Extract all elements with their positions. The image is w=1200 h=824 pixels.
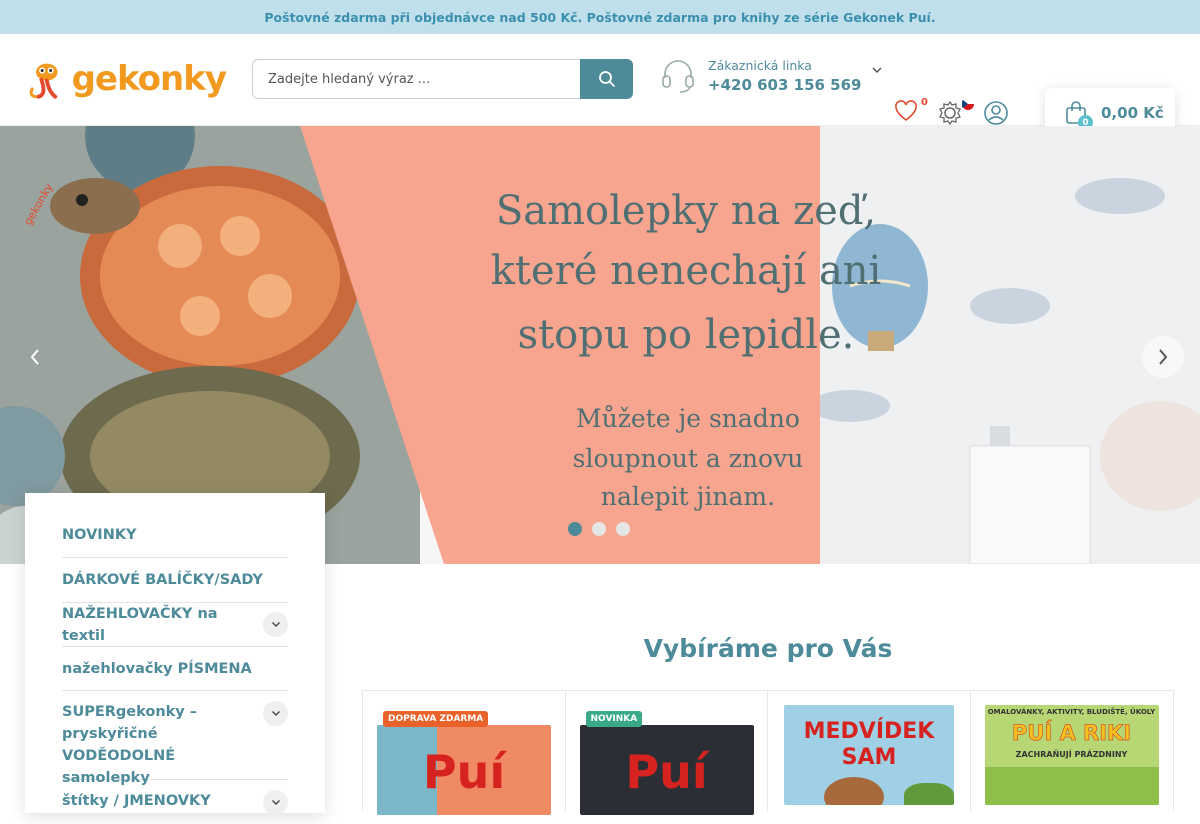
slider-next-button[interactable]	[1142, 336, 1184, 378]
hotline-phone[interactable]: +420 603 156 569	[708, 76, 861, 94]
product-cover-title: Puí	[422, 745, 506, 799]
czech-flag-icon	[962, 98, 974, 110]
logo-wordmark: gekonky	[71, 59, 227, 99]
product-cover-title: PUÍ A RIKI	[1011, 721, 1132, 746]
search-input[interactable]	[252, 59, 580, 99]
category-label: štítky / JMENOVKY	[62, 793, 211, 809]
product-card[interactable]: DOPRAVA ZDARMA Puí	[363, 691, 566, 815]
product-cover-title: Puí	[625, 745, 708, 799]
wishlist-count: 0	[921, 97, 928, 108]
chevron-down-icon	[271, 711, 280, 716]
product-badge: DOPRAVA ZDARMA	[383, 711, 489, 727]
account-button[interactable]	[984, 101, 1008, 129]
hero-headline-line2: které nenechají ani	[490, 248, 882, 294]
product-badge: NOVINKA	[585, 711, 643, 727]
heart-icon	[895, 100, 917, 122]
product-cover-subtitle: ZACHRAŇUJÍ PRÁZDNINY	[1015, 750, 1128, 759]
chevron-left-icon	[30, 349, 39, 365]
hero-headline-line3: stopu po lepidle.	[517, 312, 855, 358]
product-image[interactable]: Puí	[579, 725, 754, 815]
site-header: gekonky Zákaznická linka +420 603 156 56…	[0, 34, 1200, 138]
slider-dot[interactable]	[568, 522, 582, 536]
shipping-banner: Poštovné zdarma při objednávce nad 500 K…	[0, 0, 1200, 34]
chevron-down-icon	[271, 622, 280, 627]
expand-toggle[interactable]	[263, 790, 288, 815]
category-menu: NOVINKY DÁRKOVÉ BALÍČKY/SADY NAŽEHLOVAČK…	[25, 493, 325, 815]
category-item-darkove-balicky[interactable]: DÁRKOVÉ BALÍČKY/SADY	[62, 558, 288, 603]
product-image[interactable]: Puí	[377, 725, 551, 815]
product-card[interactable]: OMALOVÁNKY, AKTIVITY, BLUDIŠTĚ, ÚKOLY PU…	[971, 691, 1174, 811]
search-button[interactable]	[580, 59, 633, 99]
hero-headline-line1: Samolepky na zeď,	[495, 188, 877, 234]
category-label: SUPERgekonky – pryskyřičné VODĚODOLNÉ sa…	[62, 704, 198, 786]
customer-hotline[interactable]: Zákaznická linka +420 603 156 569	[660, 58, 883, 94]
search-icon	[598, 71, 615, 87]
hero-subline-line2: sloupnout a znovu	[572, 444, 804, 473]
product-cover-top: OMALOVÁNKY, AKTIVITY, BLUDIŠTĚ, ÚKOLY	[987, 708, 1156, 716]
slider-prev-button[interactable]	[14, 336, 56, 378]
product-image[interactable]: OMALOVÁNKY, AKTIVITY, BLUDIŠTĚ, ÚKOLY PU…	[984, 705, 1159, 805]
expand-toggle[interactable]	[263, 701, 288, 726]
product-image[interactable]: MEDVÍDEK SAM	[784, 705, 954, 805]
gecko-mascot-icon	[29, 63, 58, 99]
expand-toggle[interactable]	[263, 612, 288, 637]
category-item-nazehlovacky[interactable]: NAŽEHLOVAČKY na textil	[62, 603, 288, 647]
slider-dot[interactable]	[616, 522, 630, 536]
category-label: NOVINKY	[62, 527, 137, 543]
slider-dots	[568, 522, 630, 536]
product-card[interactable]: MEDVÍDEK SAM	[768, 691, 971, 811]
hero-subline-line1: Můžete je snadno	[576, 404, 800, 433]
cart-total: 0,00 Kč	[1101, 104, 1164, 122]
category-label: DÁRKOVÉ BALÍČKY/SADY	[62, 572, 263, 588]
category-label: nažehlovačky PÍSMENA	[62, 660, 252, 677]
search-bar	[252, 59, 633, 99]
product-card[interactable]: NOVINKA Puí	[566, 691, 768, 815]
category-item-novinky[interactable]: NOVINKY	[62, 513, 288, 558]
site-logo[interactable]: gekonky	[26, 50, 227, 108]
shipping-banner-text: Poštovné zdarma při objednávce nad 500 K…	[264, 9, 936, 25]
chevron-right-icon	[1159, 349, 1168, 365]
chevron-down-icon[interactable]	[871, 66, 883, 74]
chevron-down-icon	[271, 800, 280, 805]
gear-icon	[939, 100, 961, 126]
headset-icon	[662, 60, 694, 93]
section-title: Vybíráme pro Vás	[643, 634, 893, 663]
slider-dot[interactable]	[592, 522, 606, 536]
wishlist-button[interactable]: 0	[894, 97, 928, 126]
product-cover-title: MEDVÍDEK SAM	[803, 719, 935, 770]
hotline-label: Zákaznická linka	[708, 58, 812, 73]
category-item-nazehlovacky-pismena[interactable]: nažehlovačky PÍSMENA	[62, 647, 288, 691]
user-icon	[984, 101, 1008, 125]
category-label: NAŽEHLOVAČKY na textil	[62, 605, 218, 644]
product-grid: DOPRAVA ZDARMA Puí NOVINKA Puí MEDVÍDEK …	[362, 690, 1174, 815]
category-item-supergekonky[interactable]: SUPERgekonky – pryskyřičné VODĚODOLNÉ sa…	[62, 691, 288, 786]
